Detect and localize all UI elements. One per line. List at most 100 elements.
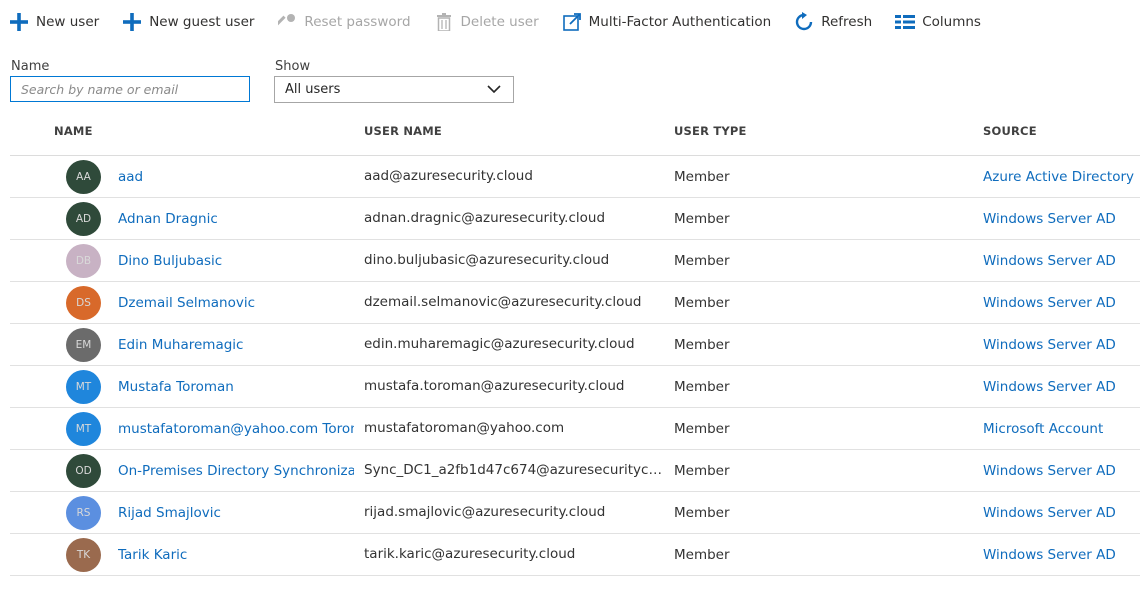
avatar: OD [66, 454, 101, 488]
user-source-link[interactable]: Windows Server AD [983, 282, 1140, 323]
table-body: AA aad aad@azuresecurity.cloud Member Az… [10, 156, 1140, 576]
user-name-link[interactable]: Dzemail Selmanovic [118, 282, 354, 323]
avatar-initials: AD [75, 213, 92, 225]
avatar-initials: DB [75, 255, 92, 267]
user-source-link[interactable]: Windows Server AD [983, 198, 1140, 239]
user-name-link[interactable]: Rijad Smajlovic [118, 492, 354, 533]
user-name-link[interactable]: Adnan Dragnic [118, 198, 354, 239]
user-name-link[interactable]: On-Premises Directory Synchronization Se… [118, 450, 354, 491]
table-row[interactable]: EM Edin Muharemagic edin.muharemagic@azu… [10, 324, 1140, 366]
avatar-initials: MT [75, 423, 92, 435]
column-header-user-type[interactable]: USER TYPE [674, 124, 747, 138]
table-row[interactable]: AD Adnan Dragnic adnan.dragnic@azuresecu… [10, 198, 1140, 240]
user-type: Member [674, 420, 730, 437]
avatar: AD [66, 202, 101, 236]
refresh-icon [794, 12, 814, 32]
column-header-source[interactable]: SOURCE [983, 124, 1037, 138]
user-source-link[interactable]: Windows Server AD [983, 534, 1140, 575]
user-type: Member [674, 462, 730, 479]
command-bar: New user New guest user Reset password D… [0, 0, 1140, 44]
user-principal-name: mustafa.toroman@azuresecurity.cloud [364, 378, 625, 394]
delete-user-button[interactable]: Delete user [434, 12, 539, 32]
avatar-initials: RS [76, 507, 91, 519]
user-type: Member [674, 378, 730, 395]
avatar-initials: MT [75, 381, 92, 393]
user-principal-name: aad@azuresecurity.cloud [364, 168, 533, 184]
column-header-user-name[interactable]: USER NAME [364, 124, 442, 138]
user-name-link[interactable]: aad [118, 156, 354, 197]
new-user-label: New user [36, 14, 100, 30]
refresh-label: Refresh [821, 14, 873, 30]
user-type: Member [674, 210, 730, 227]
new-guest-user-button[interactable]: New guest user [122, 12, 254, 32]
table-row[interactable]: OD On-Premises Directory Synchronization… [10, 450, 1140, 492]
user-source-link[interactable]: Windows Server AD [983, 240, 1140, 281]
user-type: Member [674, 336, 730, 353]
user-source-link[interactable]: Windows Server AD [983, 450, 1140, 491]
external-link-icon [562, 12, 582, 32]
table-row[interactable]: MT mustafatoroman@yahoo.com Toroman must… [10, 408, 1140, 450]
search-input[interactable] [10, 76, 250, 102]
refresh-button[interactable]: Refresh [794, 12, 872, 32]
user-name-link[interactable]: Dino Buljubasic [118, 240, 354, 281]
mfa-label: Multi-Factor Authentication [588, 14, 772, 30]
show-select-value: All users [285, 82, 341, 97]
user-name-link[interactable]: Tarik Karic [118, 534, 354, 575]
new-guest-user-label: New guest user [149, 14, 255, 30]
table-row[interactable]: DS Dzemail Selmanovic dzemail.selmanovic… [10, 282, 1140, 324]
user-principal-name: edin.muharemagic@azuresecurity.cloud [364, 336, 635, 352]
user-name-link[interactable]: mustafatoroman@yahoo.com Toroman [118, 408, 354, 449]
avatar: AA [66, 160, 101, 194]
columns-icon [895, 12, 916, 32]
avatar: EM [66, 328, 101, 362]
user-principal-name: dzemail.selmanovic@azuresecurity.cloud [364, 294, 642, 310]
user-source-link[interactable]: Windows Server AD [983, 366, 1140, 407]
avatar-initials: TK [76, 549, 91, 561]
new-user-button[interactable]: New user [9, 12, 99, 32]
table-row[interactable]: AA aad aad@azuresecurity.cloud Member Az… [10, 156, 1140, 198]
mfa-button[interactable]: Multi-Factor Authentication [562, 12, 772, 32]
table-row[interactable]: TK Tarik Karic tarik.karic@azuresecurity… [10, 534, 1140, 576]
user-source-link[interactable]: Windows Server AD [983, 492, 1140, 533]
trash-icon [434, 12, 454, 32]
user-type: Member [674, 546, 730, 563]
avatar-initials: OD [75, 465, 92, 477]
column-header-name[interactable]: NAME [54, 124, 93, 138]
avatar: TK [66, 538, 101, 572]
user-name-link[interactable]: Edin Muharemagic [118, 324, 354, 365]
avatar: RS [66, 496, 101, 530]
user-principal-name: Sync_DC1_a2fb1d47c674@azuresecuritycloud… [364, 462, 664, 478]
show-filter-label: Show [275, 59, 311, 74]
user-principal-name: tarik.karic@azuresecurity.cloud [364, 546, 576, 562]
chevron-down-icon [487, 82, 501, 97]
plus-icon [122, 12, 142, 32]
table-header: NAME USER NAME USER TYPE SOURCE [10, 112, 1140, 156]
user-principal-name: rijad.smajlovic@azuresecurity.cloud [364, 504, 606, 520]
columns-button[interactable]: Columns [895, 12, 981, 32]
reset-password-label: Reset password [304, 14, 411, 30]
user-type: Member [674, 294, 730, 311]
delete-user-label: Delete user [460, 14, 539, 30]
columns-label: Columns [922, 14, 981, 30]
users-table: NAME USER NAME USER TYPE SOURCE AA aad a… [10, 112, 1140, 576]
reset-password-button[interactable]: Reset password [277, 12, 411, 32]
user-source-link[interactable]: Microsoft Account [983, 408, 1140, 449]
show-select[interactable]: All users [274, 76, 514, 103]
name-filter-label: Name [11, 59, 50, 74]
user-name-link[interactable]: Mustafa Toroman [118, 366, 354, 407]
avatar-initials: DS [76, 297, 91, 309]
table-row[interactable]: DB Dino Buljubasic dino.buljubasic@azure… [10, 240, 1140, 282]
user-type: Member [674, 504, 730, 521]
user-type: Member [674, 252, 730, 269]
table-row[interactable]: MT Mustafa Toroman mustafa.toroman@azure… [10, 366, 1140, 408]
table-row[interactable]: RS Rijad Smajlovic rijad.smajlovic@azure… [10, 492, 1140, 534]
user-type: Member [674, 168, 730, 185]
avatar: MT [66, 370, 101, 404]
avatar: MT [66, 412, 101, 446]
user-source-link[interactable]: Windows Server AD [983, 324, 1140, 365]
avatar-initials: AA [76, 171, 91, 183]
plus-icon [9, 12, 29, 32]
user-principal-name: mustafatoroman@yahoo.com [364, 420, 565, 436]
user-source-link[interactable]: Azure Active Directory [983, 156, 1140, 197]
user-principal-name: adnan.dragnic@azuresecurity.cloud [364, 210, 606, 226]
